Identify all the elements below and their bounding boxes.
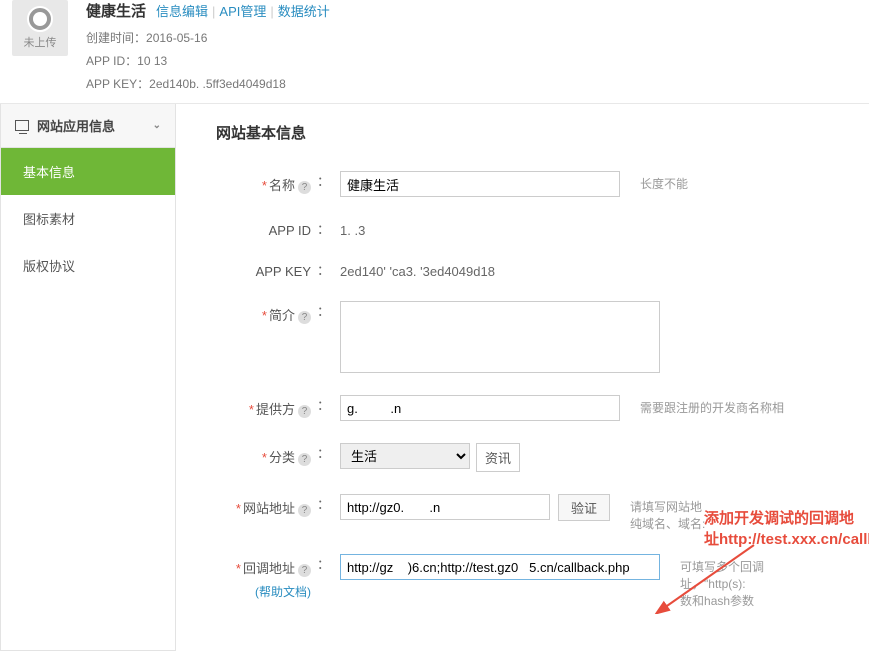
help-icon[interactable]: ? (298, 453, 311, 466)
link-stats[interactable]: 数据统计 (278, 4, 330, 19)
sidebar-item-license[interactable]: 版权协议 (1, 242, 175, 289)
hint-callback: 可填写多个回调址，"http(s):数和hash参数 (680, 554, 764, 609)
help-doc-link[interactable]: (帮助文档) (255, 583, 311, 600)
label-name: 名称 (269, 178, 295, 193)
help-icon[interactable]: ? (298, 405, 311, 418)
app-title: 健康生活 (86, 0, 146, 21)
sidebar-item-basic[interactable]: 基本信息 (1, 148, 175, 195)
link-api[interactable]: API管理 (219, 4, 266, 19)
help-icon[interactable]: ? (298, 564, 311, 577)
hint-name: 长度不能 (640, 171, 688, 192)
sidebar-header[interactable]: 网站应用信息 ⌄ (1, 104, 175, 148)
label-appid: APP ID (269, 223, 311, 238)
appid-value: 1. .3 (340, 219, 365, 238)
callback-input[interactable] (340, 554, 660, 580)
help-icon[interactable]: ? (298, 504, 311, 517)
callout-annotation: 添加开发调试的回调地址http://test.xxx.cn/callback.p… (704, 508, 869, 550)
main-panel: 网站基本信息 *名称? ： 长度不能 APP ID ： 1. .3 APP KE… (176, 104, 869, 651)
help-icon[interactable]: ? (298, 311, 311, 324)
header-links: 信息编辑|API管理|数据统计 (156, 1, 330, 20)
sidebar: 网站应用信息 ⌄ 基本信息 图标素材 版权协议 (0, 104, 176, 651)
avatar-placeholder: 未上传 (12, 0, 68, 56)
help-icon[interactable]: ? (298, 181, 311, 194)
chevron-down-icon: ⌄ (153, 120, 161, 131)
verify-button[interactable]: 验证 (558, 494, 610, 521)
name-input[interactable] (340, 171, 620, 197)
header-info: 健康生活 信息编辑|API管理|数据统计 创建时间：2016-05-16 APP… (86, 0, 869, 95)
label-intro: 简介 (269, 308, 295, 323)
link-edit[interactable]: 信息编辑 (156, 4, 208, 19)
label-provider: 提供方 (256, 402, 295, 417)
hint-provider: 需要跟注册的开发商名称相 (640, 395, 784, 416)
header-meta: 创建时间：2016-05-16 APP ID：10 13 APP KEY：2ed… (86, 27, 869, 95)
label-callback: 回调地址 (243, 561, 295, 576)
category-select[interactable]: 生活 (340, 443, 470, 469)
category-tag[interactable]: 资讯 (476, 443, 520, 472)
avatar-label: 未上传 (24, 34, 57, 50)
intro-input[interactable] (340, 301, 660, 373)
monitor-icon (15, 120, 29, 131)
siteurl-input[interactable] (340, 494, 550, 520)
section-title: 网站基本信息 (216, 122, 869, 143)
appkey-value: 2ed140' 'ca3. '3ed4049d18 (340, 260, 495, 279)
label-category: 分类 (269, 450, 295, 465)
hint-siteurl: 请填写网站地纯域名、域名: (630, 494, 705, 532)
label-siteurl: 网站地址 (243, 501, 295, 516)
label-appkey: APP KEY (256, 264, 311, 279)
avatar-icon (27, 6, 53, 32)
app-header: 未上传 健康生活 信息编辑|API管理|数据统计 创建时间：2016-05-16… (0, 0, 869, 104)
provider-input[interactable] (340, 395, 620, 421)
sidebar-item-icons[interactable]: 图标素材 (1, 195, 175, 242)
sidebar-header-label: 网站应用信息 (37, 116, 115, 135)
